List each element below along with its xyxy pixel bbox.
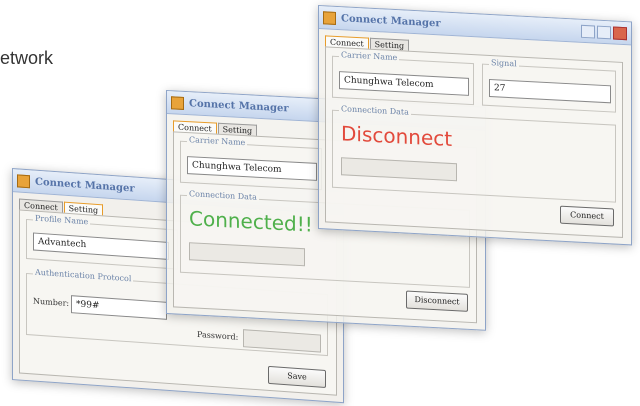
connection-data-field — [189, 242, 305, 267]
disconnect-button[interactable]: Disconnect — [406, 290, 468, 312]
carrier-name-label: Carrier Name — [187, 135, 248, 148]
connection-status-text: Connected!! — [189, 206, 313, 237]
app-icon — [323, 10, 336, 25]
carrier-name-group: Carrier Name Chunghwa Telecom — [332, 50, 474, 106]
auth-protocol-label: Authentication Protocol — [33, 267, 134, 284]
connection-data-label: Connection Data — [187, 189, 259, 202]
carrier-name-field[interactable]: Chunghwa Telecom — [339, 71, 469, 96]
carrier-name-field[interactable]: Chunghwa Telecom — [187, 156, 317, 181]
profile-name-label: Profile Name — [33, 213, 91, 227]
password-field[interactable] — [243, 329, 321, 353]
close-icon[interactable] — [613, 25, 627, 40]
connect-manager-window-disconnected: Connect Manager Connect Setting Carrier … — [318, 5, 632, 246]
number-field[interactable]: *99# — [71, 295, 167, 320]
connection-data-group: Connection Data Disconnect — [332, 104, 616, 203]
carrier-name-label: Carrier Name — [339, 50, 400, 63]
connection-status-text: Disconnect — [341, 121, 453, 152]
profile-name-group: Profile Name Advantech — [26, 213, 178, 270]
background-partial-text: etwork — [0, 48, 54, 68]
signal-label: Signal — [489, 57, 519, 69]
connection-data-field — [341, 157, 457, 182]
carrier-name-group: Carrier Name Chunghwa Telecom — [180, 135, 322, 191]
save-button[interactable]: Save — [268, 365, 326, 388]
connect-button[interactable]: Connect — [560, 205, 614, 227]
maximize-icon[interactable] — [597, 25, 611, 39]
profile-name-field[interactable]: Advantech — [33, 232, 169, 260]
connection-data-label: Connection Data — [339, 104, 411, 117]
number-label: Number: — [33, 296, 70, 308]
minimize-icon[interactable] — [581, 24, 595, 39]
connect-panel: Carrier Name Chunghwa Telecom Signal 27 … — [325, 46, 623, 238]
app-icon — [171, 95, 184, 110]
app-icon — [17, 173, 30, 188]
signal-group: Signal 27 — [482, 57, 616, 113]
window-title: Connect Manager — [341, 12, 441, 29]
window-controls — [581, 24, 627, 40]
window-title: Connect Manager — [35, 176, 135, 195]
password-label: Password: — [197, 329, 239, 342]
window-title: Connect Manager — [189, 97, 289, 114]
signal-field[interactable]: 27 — [489, 78, 611, 104]
